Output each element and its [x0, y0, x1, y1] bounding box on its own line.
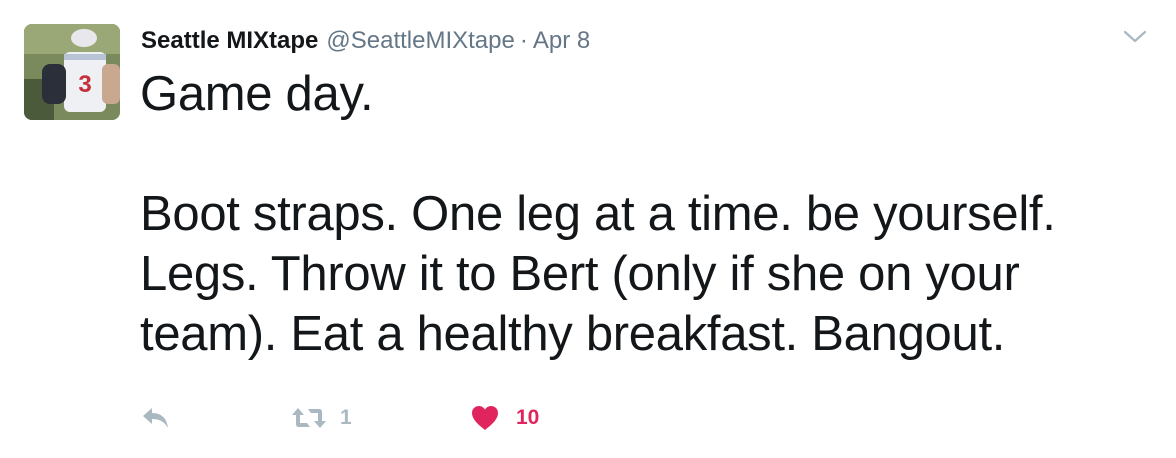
tweet-timestamp[interactable]: Apr 8 — [533, 26, 590, 56]
tweet-line-blank — [140, 124, 1150, 184]
retweet-icon — [292, 408, 326, 428]
tweet-text: Game day. Boot straps. One leg at a time… — [140, 64, 1150, 364]
author-handle[interactable]: @SeattleMIXtape — [326, 26, 514, 56]
author-name[interactable]: Seattle MIXtape — [141, 26, 318, 56]
avatar-image: 3 — [24, 24, 120, 120]
like-count: 10 — [516, 406, 540, 429]
reply-icon — [143, 408, 168, 428]
more-options-button[interactable] — [1122, 28, 1148, 46]
like-button[interactable]: 10 — [470, 404, 539, 432]
tweet-line: team). Eat a healthy breakfast. Bangout. — [140, 307, 1006, 361]
retweet-button[interactable]: 1 — [290, 404, 470, 432]
tweet-line: Boot straps. One leg at a time. be yours… — [140, 187, 1056, 241]
tweet-header: Seattle MIXtape @SeattleMIXtape · Apr 8 — [141, 26, 590, 56]
tweet-line: Game day. — [140, 67, 374, 121]
chevron-down-icon — [1123, 30, 1147, 43]
heart-icon — [472, 406, 498, 430]
tweet-line: Legs. Throw it to Bert (only if she on y… — [140, 247, 1020, 301]
avatar[interactable]: 3 — [24, 24, 120, 120]
tweet-actions: 1 10 — [140, 398, 539, 438]
tweet-card: 3 Seattle MIXtape @SeattleMIXtape · Apr … — [0, 0, 1176, 458]
retweet-count: 1 — [340, 406, 352, 429]
separator-dot: · — [519, 27, 528, 54]
svg-text:3: 3 — [78, 71, 91, 98]
reply-button[interactable] — [140, 404, 290, 432]
